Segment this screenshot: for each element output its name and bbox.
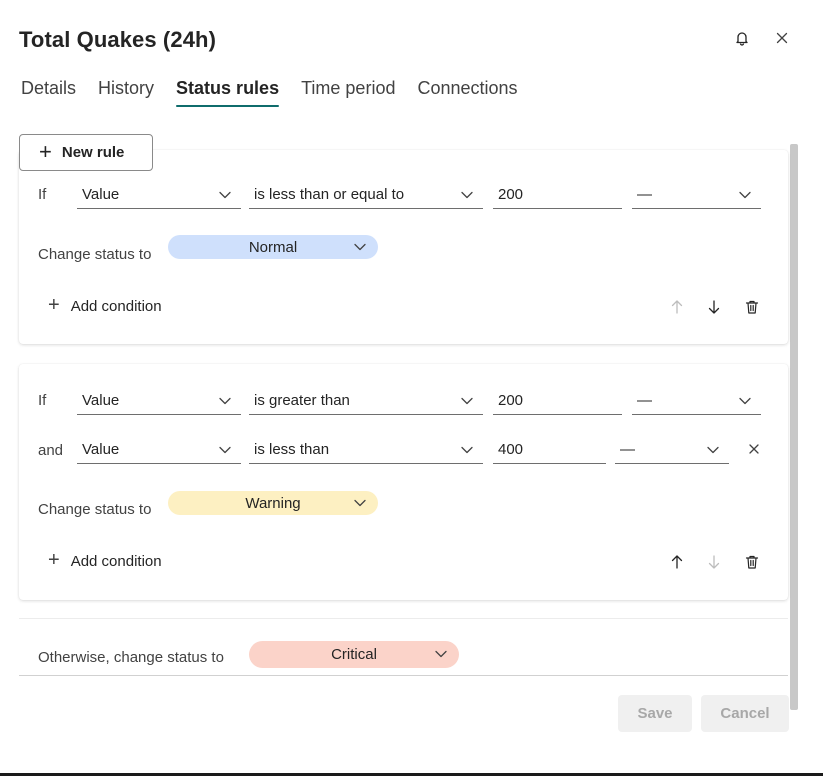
threshold-value: 200 — [498, 186, 524, 203]
chevron-down-icon — [219, 397, 231, 405]
plus-icon: + — [48, 549, 60, 571]
threshold-input[interactable]: 400 — [493, 436, 606, 464]
chevron-down-icon — [219, 446, 231, 454]
condition-connector: If — [38, 392, 47, 409]
bell-icon[interactable] — [731, 27, 753, 49]
change-status-label: Change status to — [38, 246, 152, 263]
page-title: Total Quakes (24h) — [19, 27, 216, 52]
status-rules-panel: Total Quakes (24h) Details History Statu… — [0, 0, 823, 776]
threshold-input[interactable]: 200 — [493, 181, 622, 209]
delete-icon[interactable] — [742, 552, 762, 572]
chevron-down-icon — [739, 191, 751, 199]
otherwise-label: Otherwise, change status to — [38, 649, 224, 666]
chevron-down-icon — [739, 397, 751, 405]
chevron-down-icon — [461, 446, 473, 454]
chevron-down-icon — [461, 191, 473, 199]
status-dropdown-normal[interactable]: Normal — [168, 235, 378, 259]
delete-icon[interactable] — [742, 297, 762, 317]
tab-connections[interactable]: Connections — [417, 78, 517, 107]
chevron-down-icon — [354, 243, 366, 251]
threshold-value: 400 — [498, 441, 524, 458]
unit-dropdown[interactable]: — — [632, 387, 761, 415]
chevron-down-icon — [707, 446, 719, 454]
unit-dropdown[interactable]: — — [632, 181, 761, 209]
operator-dropdown[interactable]: is less than or equal to — [249, 181, 483, 209]
status-value: Normal — [248, 238, 298, 256]
condition-connector: If — [38, 186, 47, 203]
condition-connector: and — [38, 442, 64, 459]
add-condition-button[interactable]: + Add condition — [48, 294, 162, 316]
move-down-icon[interactable] — [704, 552, 724, 572]
close-icon[interactable] — [771, 27, 793, 49]
chevron-down-icon — [461, 397, 473, 405]
field-dropdown[interactable]: Value — [77, 181, 241, 209]
threshold-value: 200 — [498, 392, 524, 409]
chevron-down-icon — [354, 499, 366, 507]
tab-details[interactable]: Details — [21, 78, 76, 107]
remove-condition-icon[interactable] — [744, 439, 764, 459]
tab-bar: Details History Status rules Time period… — [21, 78, 540, 107]
operator-value: is greater than — [254, 392, 350, 409]
operator-dropdown[interactable]: is greater than — [249, 387, 483, 415]
status-dropdown-critical[interactable]: Critical — [249, 641, 459, 668]
threshold-input[interactable]: 200 — [493, 387, 622, 415]
change-status-label: Change status to — [38, 501, 152, 518]
cancel-button[interactable]: Cancel — [701, 695, 789, 732]
operator-value: is less than — [254, 441, 330, 458]
operator-dropdown[interactable]: is less than — [249, 436, 483, 464]
status-value: Warning — [245, 494, 301, 512]
tab-time-period[interactable]: Time period — [301, 78, 395, 107]
add-condition-label: Add condition — [70, 552, 162, 570]
move-up-icon[interactable] — [667, 297, 687, 317]
chevron-down-icon — [435, 650, 447, 658]
field-dropdown[interactable]: Value — [77, 436, 241, 464]
tab-history[interactable]: History — [98, 78, 154, 107]
add-condition-label: Add condition — [70, 297, 162, 315]
new-rule-button[interactable]: + New rule — [19, 134, 153, 171]
new-rule-label: New rule — [61, 144, 125, 161]
operator-value: is less than or equal to — [254, 186, 405, 203]
plus-icon: + — [48, 294, 60, 316]
chevron-down-icon — [219, 191, 231, 199]
move-up-icon[interactable] — [667, 552, 687, 572]
status-value: Critical — [331, 646, 377, 663]
plus-icon: + — [39, 138, 52, 164]
unit-dropdown[interactable]: — — [615, 436, 729, 464]
status-dropdown-warning[interactable]: Warning — [168, 491, 378, 515]
save-button[interactable]: Save — [618, 695, 692, 732]
move-down-icon[interactable] — [704, 297, 724, 317]
add-condition-button[interactable]: + Add condition — [48, 549, 162, 571]
tab-status-rules[interactable]: Status rules — [176, 78, 280, 107]
field-dropdown[interactable]: Value — [77, 387, 241, 415]
scrollbar[interactable] — [790, 144, 798, 710]
